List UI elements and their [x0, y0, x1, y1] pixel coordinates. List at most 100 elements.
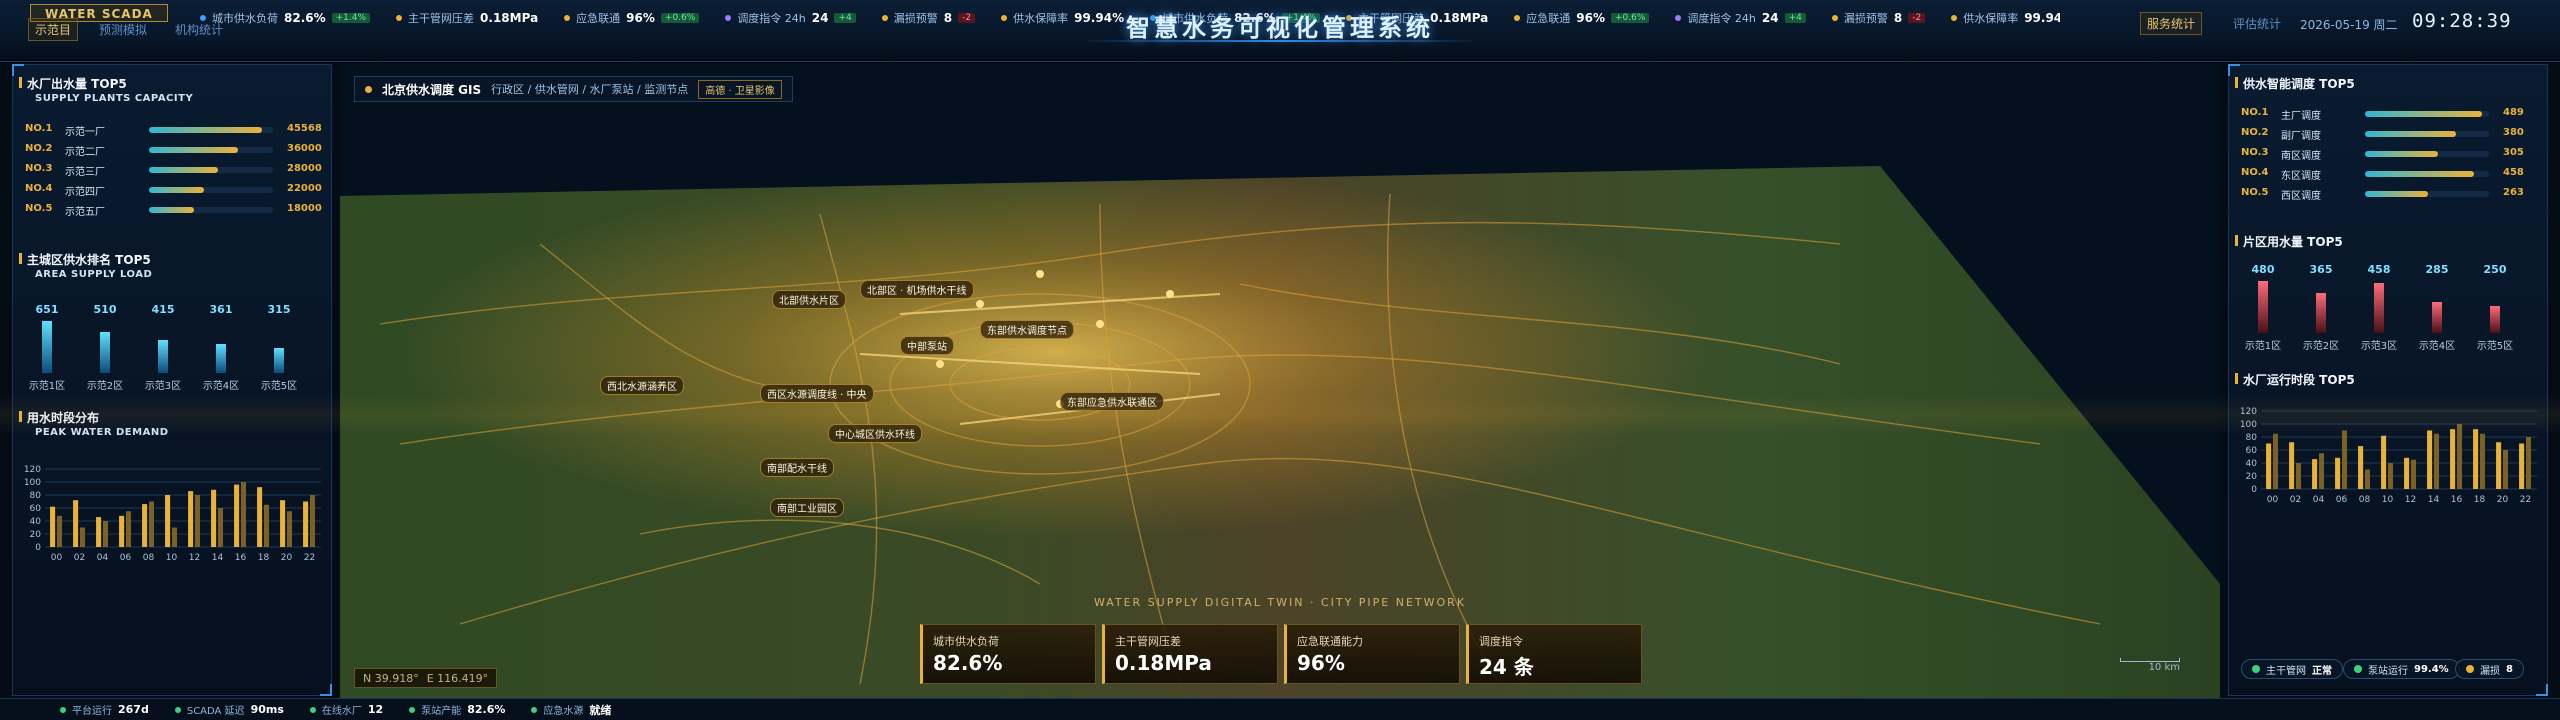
bar-column[interactable]: 315 示范5区 [259, 303, 299, 392]
chart-bar[interactable] [280, 500, 286, 547]
rank-row[interactable]: NO.4 东区调度 458 [2241, 167, 2541, 182]
chart-bar[interactable] [2502, 450, 2509, 489]
chart-bar[interactable] [142, 504, 148, 547]
y-tick-label: 100 [24, 478, 41, 488]
chart-bar[interactable] [2404, 457, 2410, 489]
nav-item-service[interactable]: 服务统计 [2140, 12, 2203, 35]
chart-bar[interactable] [102, 521, 109, 547]
map-label[interactable]: 西区水源调度线 · 中央 [760, 384, 874, 403]
chart-bar[interactable] [2335, 457, 2341, 489]
chart-bar[interactable] [2341, 430, 2348, 490]
chart-bar[interactable] [211, 489, 217, 547]
chart-bar[interactable] [2525, 437, 2532, 489]
chart-bar[interactable] [148, 501, 155, 548]
y-tick-label: 100 [2240, 420, 2257, 430]
chart-bar[interactable] [2427, 430, 2433, 490]
chart-bar[interactable] [263, 504, 270, 547]
bar-column[interactable]: 361 示范4区 [201, 303, 241, 392]
chart-bar[interactable] [2433, 433, 2440, 489]
rank-row[interactable]: NO.2 示范二厂 36000 [25, 143, 325, 158]
bar-column[interactable]: 415 示范3区 [143, 303, 183, 392]
rank-number: NO.1 [2241, 107, 2269, 118]
bar-column[interactable]: 510 示范2区 [85, 303, 125, 392]
rank-name: 示范三厂 [65, 167, 105, 178]
chart-bar[interactable] [2387, 463, 2394, 489]
chart-bar[interactable] [2496, 442, 2502, 489]
chart-bar[interactable] [188, 491, 194, 547]
chart-bar[interactable] [2479, 433, 2486, 489]
rank-row[interactable]: NO.5 示范五厂 18000 [25, 203, 325, 218]
chart-bar[interactable] [309, 495, 316, 547]
rank-row[interactable]: NO.3 示范三厂 28000 [25, 163, 325, 178]
bar-column[interactable]: 458 示范3区 [2359, 263, 2399, 352]
kpi-label: 调度指令 [1479, 635, 1523, 648]
rank-row[interactable]: NO.1 示范一厂 45568 [25, 123, 325, 138]
bar-column[interactable]: 250 示范5区 [2475, 263, 2515, 352]
chart-bar[interactable] [2473, 429, 2479, 489]
status-dot [309, 706, 316, 713]
chart-bar[interactable] [286, 511, 293, 547]
bar-column[interactable]: 480 示范1区 [2243, 263, 2283, 352]
map-label[interactable]: 中部泵站 [900, 336, 954, 355]
status-label: 平台运行 [72, 706, 112, 717]
chart-bar[interactable] [2295, 463, 2302, 489]
chart-bar[interactable] [303, 501, 309, 548]
chart-bar[interactable] [50, 506, 56, 547]
chart-bar[interactable] [79, 527, 86, 548]
bar-fill [274, 348, 284, 373]
rank-row[interactable]: NO.4 示范四厂 22000 [25, 183, 325, 198]
map-label[interactable]: 北部区 · 机场供水干线 [860, 280, 974, 299]
map-label[interactable]: 南部工业园区 [770, 498, 844, 517]
chart-bar[interactable] [194, 495, 201, 547]
chart-bar[interactable] [2312, 459, 2318, 489]
chart-bar[interactable] [119, 515, 125, 547]
bar-column[interactable]: 285 示范4区 [2417, 263, 2457, 352]
chart-bar[interactable] [96, 517, 102, 547]
chart-bar[interactable] [2410, 459, 2417, 489]
gis-map[interactable]: 北部供水片区 北部区 · 机场供水干线东部供水调度节点中部泵站西北水源涵养区 西区水… [340, 64, 2220, 698]
map-label[interactable]: 南部配水干线 [760, 458, 834, 477]
chart-bar[interactable] [2266, 443, 2272, 490]
chart-bar[interactable] [125, 511, 132, 547]
chart-bar[interactable] [257, 487, 263, 547]
chart-bar[interactable] [240, 482, 247, 547]
map-label[interactable]: 北部供水片区 [772, 290, 846, 309]
status-value: 82.6% [467, 703, 506, 716]
legend-pill[interactable]: 漏损 8 [2455, 659, 2524, 679]
chart-bar[interactable] [2381, 435, 2387, 489]
chart-bar[interactable] [217, 508, 224, 547]
chart-bar[interactable] [234, 484, 240, 547]
chart-bar[interactable] [56, 515, 63, 547]
bar-column[interactable]: 651 示范1区 [27, 303, 67, 392]
bar-column[interactable]: 365 示范2区 [2301, 263, 2341, 352]
rank-bar-fill [2365, 151, 2438, 157]
map-label[interactable]: 东部供水调度节点 [980, 320, 1074, 339]
rank-row[interactable]: NO.3 南区调度 305 [2241, 147, 2541, 162]
kpi-card-emergency: 应急联通能力 96% [1284, 624, 1460, 684]
chart-bar[interactable] [2272, 433, 2279, 489]
rank-bar-fill [2365, 191, 2428, 197]
map-label[interactable]: 中心城区供水环线 [828, 424, 922, 443]
chart-bar[interactable] [2358, 446, 2364, 489]
map-title: 北京供水调度 GIS [382, 82, 482, 97]
chart-bar[interactable] [2318, 453, 2325, 489]
legend-pill[interactable]: 主干管网 正常 [2241, 659, 2343, 679]
x-tick-label: 00 [51, 553, 63, 563]
rank-row[interactable]: NO.5 西区调度 263 [2241, 187, 2541, 202]
chart-bar[interactable] [2456, 424, 2463, 489]
chart-bar[interactable] [171, 527, 178, 548]
chart-bar[interactable] [73, 500, 79, 547]
legend-pill[interactable]: 泵站运行 99.4% [2343, 659, 2460, 679]
map-source-tag[interactable]: 高德 · 卫星影像 [698, 79, 782, 99]
rank-row[interactable]: NO.2 副厂调度 380 [2241, 127, 2541, 142]
chart-bar[interactable] [2519, 443, 2525, 490]
nav-item-eval[interactable]: 评估统计 [2226, 12, 2288, 35]
chart-bar[interactable] [2289, 442, 2295, 489]
map-label[interactable]: 东部应急供水联通区 [1060, 392, 1164, 411]
scale-label: 10 km [2148, 662, 2180, 673]
rank-row[interactable]: NO.1 主厂调度 489 [2241, 107, 2541, 122]
map-label[interactable]: 西北水源涵养区 [600, 376, 684, 395]
chart-bar[interactable] [2450, 429, 2456, 489]
chart-bar[interactable] [2364, 469, 2371, 490]
chart-bar[interactable] [165, 495, 171, 547]
